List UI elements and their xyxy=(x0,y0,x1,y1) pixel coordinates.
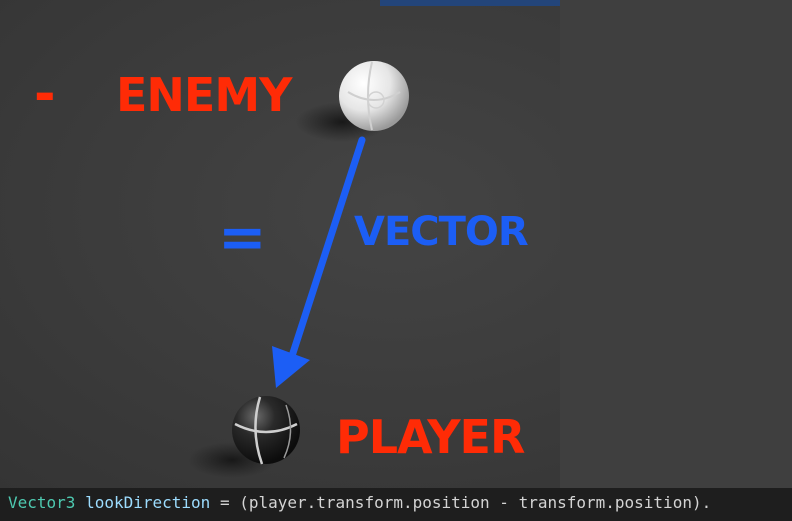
vector-label: VECTOR xyxy=(354,209,529,255)
code-type-token: Vector3 xyxy=(8,493,76,512)
minus-sign: - xyxy=(34,64,56,124)
code-variable-token: lookDirection xyxy=(85,493,211,512)
enemy-label: ENEMY xyxy=(116,68,292,122)
player-label: PLAYER xyxy=(336,410,525,464)
code-expression-token: = (player.transform.position - transform… xyxy=(210,493,712,512)
sky-strip xyxy=(380,0,560,6)
code-editor-strip: Vector3 lookDirection = (player.transfor… xyxy=(0,488,792,521)
white-sphere-icon xyxy=(339,61,409,131)
code-line-1: Vector3 lookDirection = (player.transfor… xyxy=(8,494,711,512)
side-plane xyxy=(560,0,792,521)
equals-sign: = xyxy=(218,203,267,271)
screenshot-root: - ENEMY = VECTOR PLAYER Vector3 lookDire… xyxy=(0,0,792,521)
black-sphere-icon xyxy=(232,396,300,465)
